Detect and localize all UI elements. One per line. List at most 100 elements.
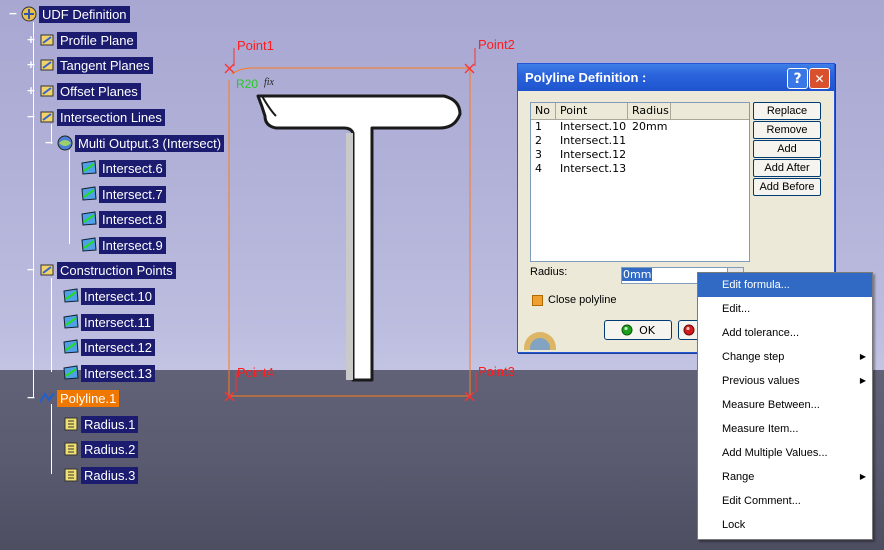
- radius-constraint-label: R20: [236, 77, 259, 91]
- column-header-no[interactable]: No: [531, 103, 556, 119]
- menu-item-previous-values[interactable]: Previous values ▶: [698, 369, 872, 393]
- add-before-button[interactable]: Add Before: [753, 178, 821, 196]
- tree-node-intersect-6[interactable]: Intersect.6: [80, 159, 166, 177]
- tree-label: Intersect.12: [81, 338, 155, 356]
- tree-label: Intersect.10: [81, 287, 155, 305]
- tree-node-intersect-9[interactable]: Intersect.9: [80, 236, 166, 254]
- point-list-header: No Point Radius: [531, 103, 749, 120]
- tree-node-radius-3[interactable]: Radius.3: [62, 466, 139, 484]
- column-header-point[interactable]: Point: [556, 103, 628, 119]
- help-button[interactable]: ?: [787, 68, 808, 89]
- add-after-button[interactable]: Add After: [753, 159, 821, 177]
- row-no: 3: [535, 148, 542, 161]
- list-item[interactable]: 1 Intersect.10 20mm: [531, 120, 749, 134]
- tree-node-intersect-13[interactable]: Intersect.13: [62, 364, 155, 382]
- tree-node-intersect-12[interactable]: Intersect.12: [62, 338, 155, 356]
- tree-label: Radius.2: [81, 440, 139, 458]
- collapse-toggle[interactable]: −: [44, 137, 54, 148]
- menu-item-edit[interactable]: Edit...: [698, 297, 872, 321]
- geometrical-set-icon: [40, 85, 54, 97]
- tree-node-intersect-11[interactable]: Intersect.11: [62, 313, 154, 331]
- point2-label: Point2: [478, 37, 515, 52]
- collapse-toggle[interactable]: −: [26, 264, 36, 275]
- tree-node-offset-planes[interactable]: + Offset Planes: [26, 82, 141, 100]
- tree-label: Intersect.7: [99, 185, 166, 203]
- ok-label: OK: [639, 323, 655, 337]
- expand-toggle[interactable]: +: [26, 85, 36, 96]
- tree-line-construction: [51, 278, 52, 372]
- collapse-toggle[interactable]: −: [26, 111, 36, 122]
- remove-button[interactable]: Remove: [753, 121, 821, 139]
- menu-item-measure-between[interactable]: Measure Between...: [698, 393, 872, 417]
- list-item[interactable]: 2 Intersect.11: [531, 134, 749, 148]
- intersect-icon: [81, 186, 97, 201]
- t-profile-shadow: [346, 133, 353, 380]
- expand-toggle[interactable]: +: [26, 59, 36, 70]
- menu-item-edit-formula[interactable]: Edit formula...: [698, 273, 872, 297]
- tree-node-intersect-8[interactable]: Intersect.8: [80, 210, 166, 228]
- cancel-icon: [683, 324, 695, 336]
- radius-label: Radius:: [530, 266, 568, 278]
- menu-item-label: Change step: [722, 351, 785, 363]
- point3-label: Point3: [478, 364, 515, 379]
- tree-node-intersect-7[interactable]: Intersect.7: [80, 185, 166, 203]
- row-radius: [628, 148, 680, 162]
- tree-label: Intersect.13: [81, 364, 155, 382]
- close-button[interactable]: ✕: [809, 68, 830, 89]
- column-header-radius[interactable]: Radius: [628, 103, 671, 119]
- tree-label: Multi Output.3 (Intersect): [75, 134, 225, 152]
- point-list[interactable]: No Point Radius 1 Intersect.10 20mm 2 In…: [530, 102, 750, 262]
- expand-toggle[interactable]: +: [26, 34, 36, 45]
- menu-item-edit-comment[interactable]: Edit Comment...: [698, 489, 872, 513]
- tree-node-intersection-lines[interactable]: − Intersection Lines: [26, 108, 165, 126]
- close-polyline-checkbox[interactable]: Close polyline: [532, 294, 616, 306]
- tree-node-radius-2[interactable]: Radius.2: [62, 440, 139, 458]
- tree-label: Profile Plane: [57, 31, 137, 49]
- collapse-toggle[interactable]: −: [8, 8, 18, 19]
- tree-node-polyline[interactable]: − Polyline.1: [26, 389, 120, 407]
- submenu-arrow-icon: ▶: [859, 472, 866, 481]
- tree-node-tangent-planes[interactable]: + Tangent Planes: [26, 56, 153, 74]
- parameter-icon: [64, 417, 78, 431]
- tree-label: Intersect.9: [99, 236, 166, 254]
- menu-item-add-multiple-values[interactable]: Add Multiple Values...: [698, 441, 872, 465]
- tree-label: Tangent Planes: [57, 56, 153, 74]
- tree-node-udf-definition[interactable]: − UDF Definition: [8, 5, 130, 23]
- tree-label: Radius.1: [81, 415, 139, 433]
- tree-node-radius-1[interactable]: Radius.1: [62, 415, 139, 433]
- polyline-icon: [39, 392, 55, 403]
- tree-label: Intersect.11: [81, 313, 154, 331]
- parameter-icon: [64, 442, 78, 456]
- row-no: 4: [535, 162, 542, 175]
- menu-item-measure-item[interactable]: Measure Item...: [698, 417, 872, 441]
- row-radius: 20mm: [632, 120, 668, 133]
- tree-node-construction-points[interactable]: − Construction Points: [26, 261, 176, 279]
- menu-item-change-step[interactable]: Change step ▶: [698, 345, 872, 369]
- close-polyline-label: Close polyline: [548, 294, 617, 306]
- tree-node-multi-output[interactable]: − Multi Output.3 (Intersect): [44, 134, 225, 152]
- tree-node-profile-plane[interactable]: + Profile Plane: [26, 31, 137, 49]
- list-item[interactable]: 4 Intersect.13: [531, 162, 749, 176]
- replace-button[interactable]: Replace: [753, 102, 821, 120]
- list-item[interactable]: 3 Intersect.12: [531, 148, 749, 162]
- row-no: 2: [535, 134, 542, 147]
- menu-item-add-tolerance[interactable]: Add tolerance...: [698, 321, 872, 345]
- intersect-icon: [63, 288, 79, 303]
- multi-output-icon: [57, 135, 73, 151]
- point4-label: Point4: [237, 365, 274, 380]
- row-radius: [628, 134, 680, 148]
- tree-line-polyline: [51, 404, 52, 474]
- add-button[interactable]: Add: [753, 140, 821, 158]
- collapse-toggle[interactable]: −: [26, 392, 36, 403]
- menu-item-label: Range: [722, 471, 755, 483]
- checkbox-box[interactable]: [532, 294, 543, 306]
- tree-node-intersect-10[interactable]: Intersect.10: [62, 287, 155, 305]
- fix-constraint-label: fix: [264, 77, 274, 88]
- menu-item-range[interactable]: Range ▶: [698, 465, 872, 489]
- intersect-icon: [63, 339, 79, 354]
- ok-button[interactable]: OK: [604, 320, 672, 340]
- tree-label: Intersect.6: [99, 159, 166, 177]
- geometrical-set-icon: [40, 111, 54, 123]
- geometrical-set-icon: [40, 59, 54, 71]
- menu-item-lock[interactable]: Lock: [698, 513, 872, 537]
